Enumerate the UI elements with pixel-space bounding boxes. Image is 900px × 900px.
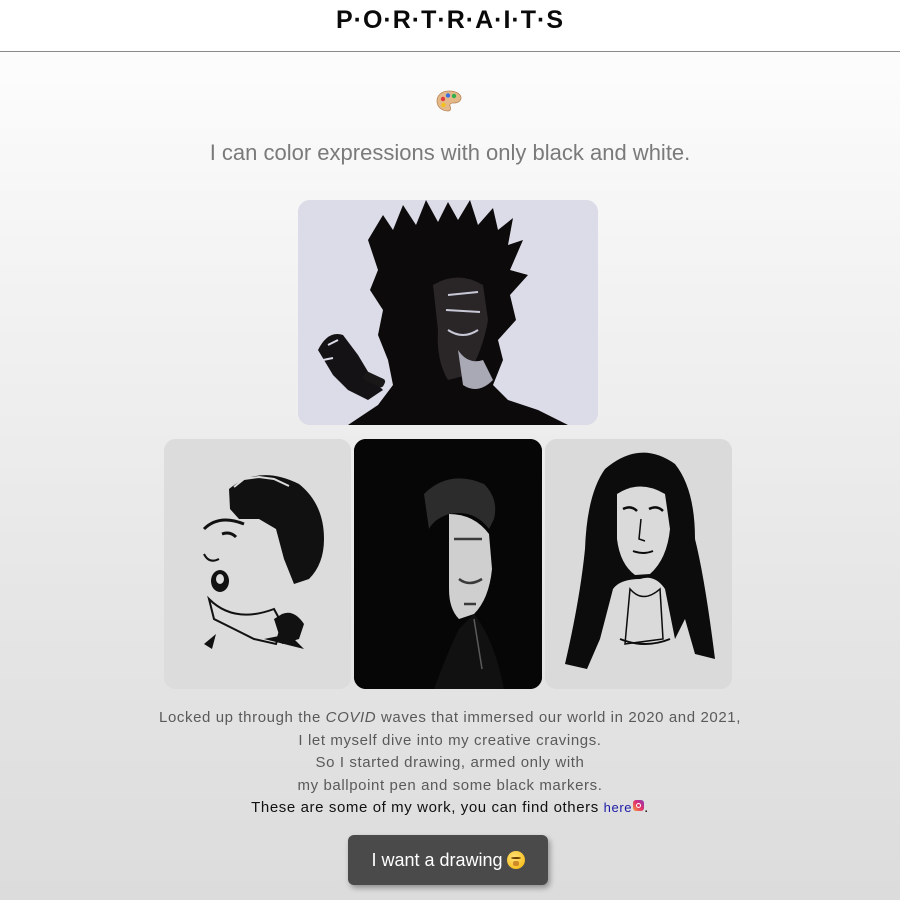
story-text: Locked up through the COVID waves that i… (0, 707, 900, 820)
portrait-half-shadow-man[interactable] (354, 439, 542, 689)
story-line-5: These are some of my work, you can find … (251, 799, 649, 816)
portrait-woman-headscarf[interactable] (164, 439, 351, 689)
story-line-3: So I started drawing, armed only with (315, 754, 585, 771)
top-bar: P·O·R·T·R·A·I·T·S (0, 0, 900, 52)
palette-icon (436, 90, 462, 112)
request-drawing-button[interactable]: I want a drawing (348, 835, 548, 885)
instagram-link[interactable]: here (604, 800, 645, 815)
site-title[interactable]: P·O·R·T·R·A·I·T·S (0, 6, 900, 35)
portrait-cigar-man[interactable] (298, 200, 598, 425)
portrait-long-hair-woman[interactable] (545, 439, 732, 689)
tagline: I can color expressions with only black … (209, 140, 691, 165)
story-line-2: I let myself dive into my creative cravi… (298, 731, 602, 749)
face-with-hand-over-mouth-icon (506, 850, 525, 869)
instagram-icon[interactable] (633, 800, 645, 811)
story-line-4: my ballpoint pen and some black markers. (297, 776, 603, 794)
story-line-1: Locked up through the COVID waves that i… (159, 709, 741, 726)
